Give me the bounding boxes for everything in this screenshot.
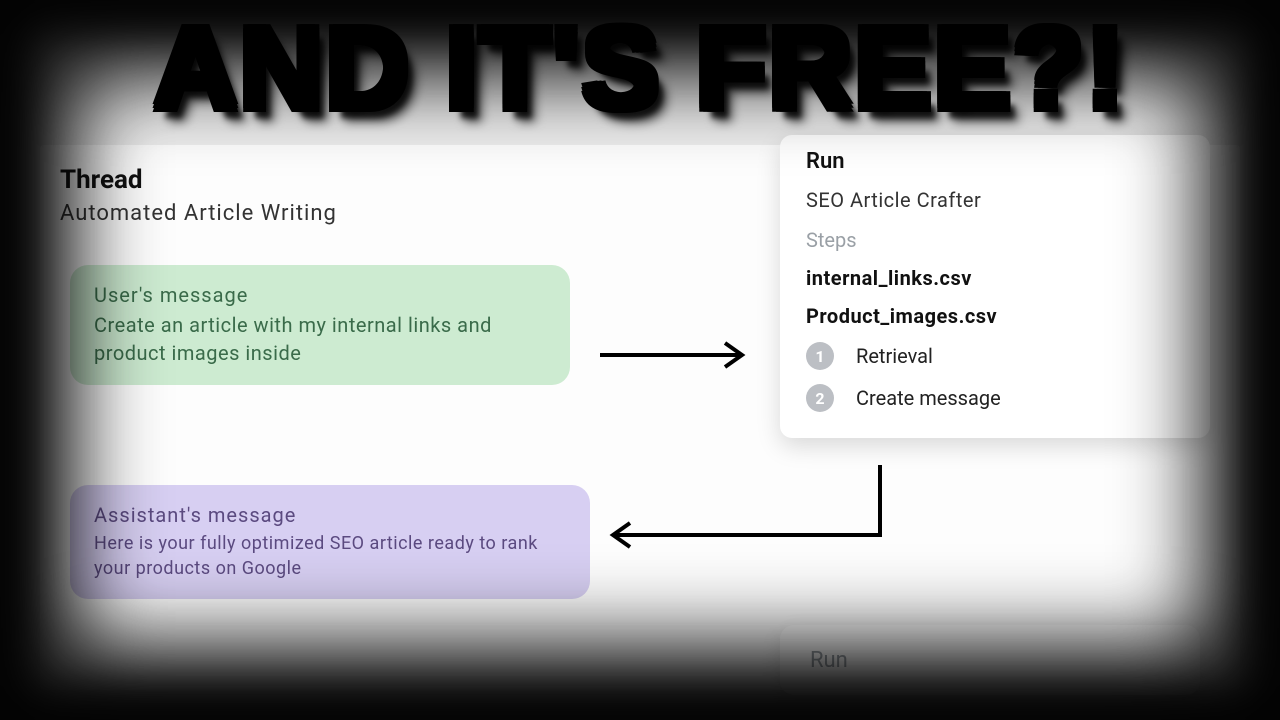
run-steps-label: Steps [806,228,1184,252]
run-panel: Run SEO Article Crafter Steps internal_l… [780,135,1210,438]
run-crafter-name: SEO Article Crafter [806,188,1184,212]
run-button-label: Run [810,648,848,673]
step-label: Retrieval [856,344,933,368]
user-message-bubble: User's message Create an article with my… [70,265,570,385]
assistant-message-body: Here is your fully optimized SEO article… [94,531,566,581]
step-number-badge: 2 [806,384,834,412]
run-file: Product_images.csv [806,304,1184,328]
run-file: internal_links.csv [806,266,1184,290]
user-message-label: User's message [94,283,546,307]
arrow-right-icon [600,335,760,375]
assistant-message-label: Assistant's message [94,503,566,527]
thread-title: Thread [60,165,143,195]
thread-subtitle: Automated Article Writing [60,201,337,226]
assistant-message-bubble: Assistant's message Here is your fully o… [70,485,590,599]
content-stage: Thread Automated Article Writing User's … [40,145,1240,690]
run-button[interactable]: Run [780,625,1200,695]
step-label: Create message [856,386,1001,410]
arrow-down-left-icon [600,465,900,585]
headline-overlay: AND IT'S FREE?! [0,10,1280,126]
run-title: Run [806,149,1184,174]
run-step[interactable]: 2 Create message [806,384,1184,412]
step-number-badge: 1 [806,342,834,370]
user-message-body: Create an article with my internal links… [94,311,546,367]
run-step[interactable]: 1 Retrieval [806,342,1184,370]
